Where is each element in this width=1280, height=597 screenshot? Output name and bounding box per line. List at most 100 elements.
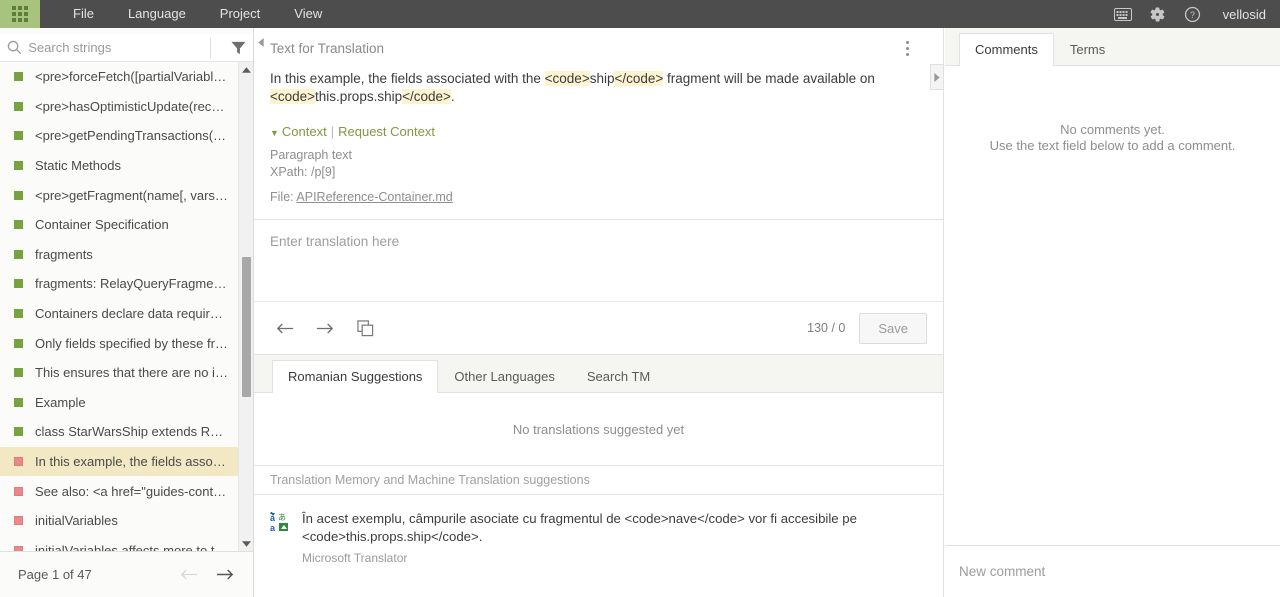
source-seg: fragment will be made available on [663,71,875,86]
copy-source-button[interactable] [350,314,380,342]
next-page-button[interactable] [215,565,235,585]
status-dot-icon [14,427,23,437]
main-menu: File Language Project View [40,0,339,28]
previous-string-button[interactable] [270,314,300,342]
app-root: File Language Project View ? vellosid Se… [0,0,1280,597]
tm-suggestion-row[interactable]: a あ a În acest exemplu, câmpurile asocia… [254,495,943,565]
list-item[interactable]: Containers declare data requiremen... [0,299,238,329]
context-xpath: XPath: /p[9] [270,165,336,179]
prev-page-button[interactable] [179,565,199,585]
source-text: In this example, the fields associated w… [270,70,925,106]
list-item[interactable]: <pre>hasOptimisticUpdate(record)<... [0,92,238,122]
source-title: Text for Translation [270,40,385,56]
user-menu[interactable]: vellosid [1223,7,1266,22]
context-meta: Paragraph text XPath: /p[9] [270,147,925,181]
list-item[interactable]: See also: <a href="guides-containers... [0,476,238,506]
comments-empty-line-2: Use the text field below to add a commen… [989,138,1236,153]
gear-icon[interactable] [1147,3,1169,25]
apps-launcher-button[interactable] [0,0,40,28]
comments-panel: Comments Terms No comments yet. Use the … [945,28,1280,597]
source-tag: <code> [270,89,316,104]
status-dot-icon [14,486,23,496]
list-item[interactable]: class StarWarsShip extends React.C... [0,417,238,447]
comments-empty-state: No comments yet. Use the text field belo… [945,66,1280,545]
list-item[interactable]: <pre>getPendingTransactions(recor... [0,121,238,151]
list-item[interactable]: Only fields specified by these fragm... [0,328,238,358]
list-item-label: In this example, the fields associate... [35,454,228,470]
request-context-link[interactable]: Request Context [338,124,435,139]
list-item-selected[interactable]: In this example, the fields associate... [0,446,238,477]
list-item-label: <pre>getFragment(name[, vars])</pr... [35,187,228,203]
menu-item-view[interactable]: View [277,0,339,28]
list-item-label: See also: <a href="guides-containers... [35,483,228,499]
tab-terms[interactable]: Terms [1054,33,1121,66]
list-item[interactable]: Example [0,388,238,418]
list-item-label: <pre>getPendingTransactions(recor... [35,128,228,144]
status-dot-icon [14,131,23,141]
caret-down-icon: ▼ [270,128,279,138]
help-icon[interactable]: ? [1182,3,1204,25]
list-item[interactable]: <pre>getFragment(name[, vars])</pr... [0,180,238,210]
source-seg: . [450,89,455,104]
tab-other-languages[interactable]: Other Languages [438,360,570,393]
comments-empty-line-1: No comments yet. [1060,122,1165,137]
list-item-label: initialVariables affects more to the i..… [35,542,228,551]
menu-item-language[interactable]: Language [111,0,203,28]
tab-search-tm[interactable]: Search TM [571,360,666,393]
list-item[interactable]: initialVariables affects more to the i..… [0,536,238,551]
list-item-label: fragments: RelayQueryFragments&lt... [35,276,228,292]
save-button[interactable]: Save [859,312,927,344]
editor-toolbar: 130 / 0 Save [254,302,943,355]
tab-comments[interactable]: Comments [959,33,1054,66]
new-comment-field[interactable]: New comment [945,545,1280,597]
main-body: <pre>forceFetch([partialVariables[, o...… [0,28,1280,597]
filter-icon[interactable] [223,41,253,55]
translation-placeholder: Enter translation here [270,234,400,249]
source-tag: </code> [614,71,664,86]
pagination-buttons [179,565,235,585]
tm-suggestion-source: Microsoft Translator [302,551,408,565]
status-dot-icon [14,279,23,289]
list-item[interactable]: fragments [0,240,238,270]
list-item-label: Static Methods [35,158,121,174]
list-item-label: Example [35,394,86,410]
strings-sidebar: <pre>forceFetch([partialVariables[, o...… [0,28,254,597]
file-prefix: File: [270,190,297,204]
translation-editor[interactable]: Enter translation here [254,219,943,302]
context-toggle[interactable]: ▼ Context [270,124,327,139]
status-dot-icon [14,309,23,319]
tab-romanian-suggestions[interactable]: Romanian Suggestions [272,360,439,393]
list-item[interactable]: Container Specification [0,210,238,240]
menu-item-file[interactable]: File [56,0,111,28]
tm-suggestion-text: În acest exemplu, câmpurile asociate cu … [302,511,857,544]
list-item-label: Only fields specified by these fragm... [35,335,228,351]
new-comment-placeholder: New comment [959,564,1046,579]
list-item[interactable]: initialVariables [0,506,238,536]
source-tag: <code> [544,71,590,86]
context-label: Context [281,124,327,139]
comments-tabs: Comments Terms [945,28,1280,66]
status-dot-icon [14,397,23,407]
search-row [0,34,253,62]
menu-item-project[interactable]: Project [203,0,277,28]
next-string-button[interactable] [310,314,340,342]
sidebar-scrollbar[interactable] [238,62,253,551]
list-item[interactable]: This ensures that there are no impli... [0,358,238,388]
scrollbar-thumb[interactable] [242,257,251,397]
tm-suggestions-list: a あ a În acest exemplu, câmpurile asocia… [254,495,943,597]
list-item[interactable]: fragments: RelayQueryFragments&lt... [0,269,238,299]
top-menu-bar: File Language Project View ? vellosid [0,0,1280,28]
more-options-icon[interactable] [897,38,917,58]
list-item-label: Container Specification [35,217,169,233]
page-indicator: Page 1 of 47 [18,567,92,582]
keyboard-icon[interactable] [1112,3,1134,25]
list-item[interactable]: <pre>forceFetch([partialVariables[, o... [0,62,238,92]
file-link[interactable]: APIReference-Container.md [296,190,452,204]
list-item[interactable]: Static Methods [0,151,238,181]
scroll-up-arrow-icon[interactable] [239,62,253,77]
search-input[interactable] [28,40,205,55]
collapse-right-icon[interactable] [930,64,944,90]
strings-list: <pre>forceFetch([partialVariables[, o...… [0,62,238,551]
source-header: Text for Translation [254,34,943,62]
scroll-down-arrow-icon[interactable] [239,536,253,551]
